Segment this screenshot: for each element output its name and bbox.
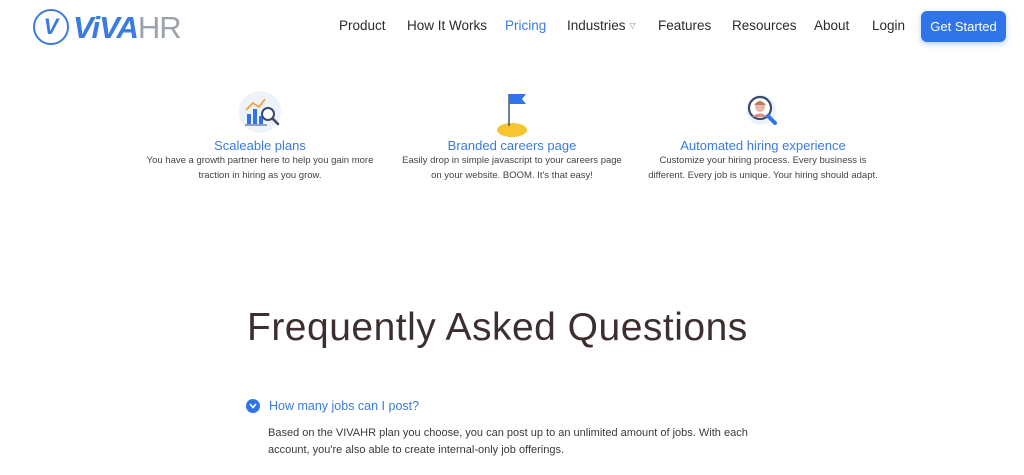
nav-label: About: [814, 18, 850, 33]
chevron-down-icon: [246, 399, 260, 413]
nav-about[interactable]: About: [814, 18, 849, 33]
nav-label: Product: [339, 18, 386, 33]
feature-branded-careers: Branded careers page Easily drop in simp…: [397, 86, 627, 183]
nav-features[interactable]: Features: [658, 18, 711, 33]
nav-industries[interactable]: Industries ▽: [567, 18, 636, 33]
nav-label: Login: [872, 18, 906, 33]
feature-description: You have a growth partner here to help y…: [146, 155, 374, 181]
feature-scaleable-plans: Scaleable plans You have a growth partne…: [145, 86, 375, 183]
site-header: V ViVAHR Product How It Works Pricing In…: [0, 0, 1024, 54]
nav-login[interactable]: Login: [872, 18, 905, 33]
faq-question[interactable]: How many jobs can I post?: [246, 399, 419, 413]
flag-hill-icon: [486, 86, 538, 138]
nav-label: Resources: [732, 18, 797, 33]
chevron-down-icon: ▽: [629, 21, 636, 30]
feature-title: Automated hiring experience: [680, 138, 846, 153]
nav-label: Industries: [567, 18, 626, 33]
faq-heading: Frequently Asked Questions: [247, 306, 748, 349]
nav-pricing[interactable]: Pricing: [505, 18, 546, 33]
faq-answer: Based on the VIVAHR plan you choose, you…: [268, 427, 748, 456]
feature-description: Customize your hiring process. Every bus…: [648, 155, 878, 181]
nav-resources[interactable]: Resources: [732, 18, 797, 33]
nav-label: Pricing: [505, 18, 547, 33]
nav-label: How It Works: [407, 18, 488, 33]
person-magnifier-icon: [737, 86, 789, 138]
feature-title: Branded careers page: [447, 138, 577, 153]
nav-label: Features: [658, 18, 712, 33]
feature-title: Scaleable plans: [214, 138, 306, 153]
feature-description: Easily drop in simple javascript to your…: [402, 155, 622, 181]
get-started-button[interactable]: Get Started: [921, 11, 1006, 42]
chart-magnifier-icon: [234, 86, 286, 138]
faq-question-text: How many jobs can I post?: [269, 399, 420, 413]
nav-how-it-works[interactable]: How It Works: [407, 18, 487, 33]
feature-automated-hiring: Automated hiring experience Customize yo…: [648, 86, 878, 183]
nav-product[interactable]: Product: [339, 18, 386, 33]
get-started-label: Get Started: [930, 19, 997, 34]
main-nav: Product How It Works Pricing Industries ▽…: [0, 18, 1024, 38]
